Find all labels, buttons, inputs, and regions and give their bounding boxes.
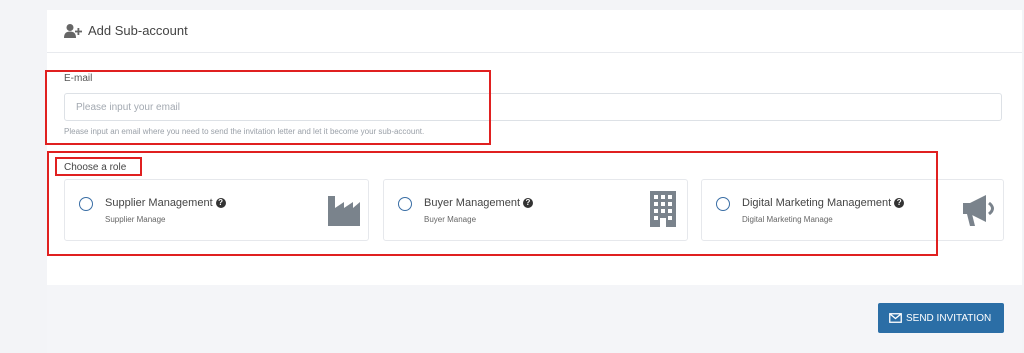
role-title: Buyer Management?	[424, 197, 533, 210]
role-label: Choose a role	[64, 162, 127, 173]
question-icon[interactable]: ?	[894, 198, 905, 208]
megaphone-icon	[963, 195, 994, 226]
card-header: Add Sub-account	[47, 10, 1022, 53]
factory-icon	[328, 196, 360, 226]
role-title-label: Digital Marketing Management	[742, 197, 892, 209]
page-title: Add Sub-account	[88, 23, 188, 38]
add-user-icon	[64, 24, 82, 38]
email-help-text: Please input an email where you need to …	[64, 127, 425, 136]
email-field[interactable]	[64, 93, 1002, 121]
role-subtitle: Buyer Manage	[424, 215, 477, 224]
radio-button[interactable]	[398, 197, 412, 211]
role-subtitle: Digital Marketing Manage	[742, 215, 833, 224]
role-title-label: Buyer Management	[424, 197, 520, 209]
role-option-buyer[interactable]: Buyer Management? Buyer Manage	[383, 179, 688, 241]
question-icon[interactable]: ?	[215, 198, 226, 208]
send-invitation-button[interactable]: SEND INVITATION	[878, 303, 1004, 333]
email-label: E-mail	[64, 73, 93, 84]
building-icon	[650, 191, 676, 227]
card-footer: SEND INVITATION	[47, 285, 1022, 353]
role-subtitle: Supplier Manage	[105, 215, 166, 224]
envelope-icon	[889, 313, 902, 323]
role-option-digital-marketing[interactable]: Digital Marketing Management? Digital Ma…	[701, 179, 1004, 241]
add-sub-account-card: Add Sub-account E-mail Please input an e…	[47, 10, 1022, 353]
role-option-supplier[interactable]: Supplier Management? Supplier Manage	[64, 179, 369, 241]
role-title: Supplier Management?	[105, 197, 226, 210]
question-icon[interactable]: ?	[523, 198, 533, 208]
send-invitation-label: SEND INVITATION	[906, 313, 992, 324]
radio-button[interactable]	[79, 197, 93, 211]
role-title: Digital Marketing Management?	[742, 197, 905, 210]
role-title-label: Supplier Management	[105, 197, 213, 209]
radio-button[interactable]	[716, 197, 730, 211]
